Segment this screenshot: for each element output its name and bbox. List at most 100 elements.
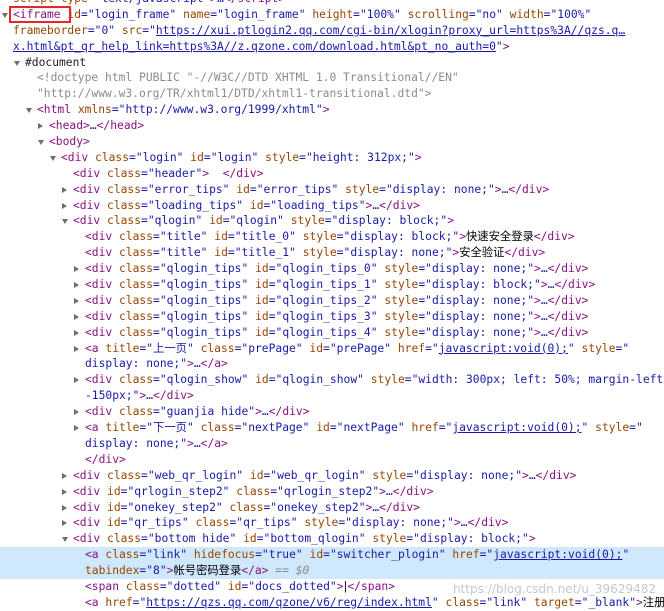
- dom-node-row[interactable]: <div class="qlogin_show" id="qlogin_show…: [0, 372, 664, 388]
- dom-node-text: <div class="qlogin_tips" id="qlogin_tips…: [85, 325, 589, 339]
- dom-node-text: "http://www.w3.org/TR/xhtml1/DTD/xhtml1-…: [37, 87, 432, 101]
- dom-node-row[interactable]: <div class="qlogin_tips" id="qlogin_tips…: [0, 277, 664, 293]
- dom-node-row[interactable]: tabindex="8">帐号密码登录</a> == $0: [0, 563, 664, 579]
- dom-node-text: <div class="title" id="title_0" style="d…: [85, 230, 575, 244]
- dom-node-row[interactable]: frameborder="0" src="https://xui.ptlogin…: [0, 23, 664, 39]
- dom-node-text: <div class="title" id="title_1" style="d…: [85, 246, 546, 260]
- dom-node-text: <div id="qr_tips" class="qr_tips" style=…: [73, 516, 509, 530]
- dom-node-row[interactable]: <div class="qlogin" id="qlogin" style="d…: [0, 213, 664, 229]
- expanded-triangle-icon[interactable]: [13, 55, 23, 71]
- collapsed-triangle-icon[interactable]: [61, 515, 71, 531]
- collapsed-triangle-icon[interactable]: [73, 309, 83, 325]
- dom-node-row[interactable]: </div>: [0, 452, 664, 468]
- expanded-triangle-icon[interactable]: [61, 531, 71, 547]
- dom-node-text: <a href="https://qzs.qq.com/qzone/v6/reg…: [85, 595, 664, 609]
- dom-node-text: <div class="qlogin_tips" id="qlogin_tips…: [85, 309, 589, 323]
- collapsed-triangle-icon[interactable]: [73, 277, 83, 293]
- dom-node-row[interactable]: <div class="header"> </div>: [0, 166, 664, 182]
- dom-node-row[interactable]: <div class="title" id="title_0" style="d…: [0, 229, 664, 245]
- dom-node-row[interactable]: <div id="qr_tips" class="qr_tips" style=…: [0, 515, 664, 531]
- collapsed-triangle-icon[interactable]: [73, 341, 83, 357]
- dom-node-row[interactable]: <body>: [0, 134, 664, 150]
- collapsed-triangle-icon[interactable]: [61, 468, 71, 484]
- dom-node-text: -150px;">…</div>: [85, 389, 194, 403]
- dom-node-row[interactable]: <div class="error_tips" id="error_tips" …: [0, 182, 664, 198]
- collapsed-triangle-icon[interactable]: [73, 372, 83, 388]
- dom-node-text: <a title="上一页" class="prePage" id="prePa…: [85, 341, 630, 355]
- expanded-triangle-icon[interactable]: [25, 102, 35, 118]
- dom-node-row[interactable]: #document: [0, 55, 664, 71]
- dom-node-text: tabindex="8">帐号密码登录</a> == $0: [85, 564, 310, 578]
- dom-node-row[interactable]: <a title="下一页" class="nextPage" id="next…: [0, 420, 664, 436]
- dom-node-row[interactable]: <div class="loading_tips" id="loading_ti…: [0, 198, 664, 214]
- dom-node-text: <div class="loading_tips" id="loading_ti…: [73, 198, 420, 212]
- dom-node-row[interactable]: display: none;">…</a>: [0, 356, 664, 372]
- dom-node-row[interactable]: "http://www.w3.org/TR/xhtml1/DTD/xhtml1-…: [0, 86, 664, 102]
- dom-node-text: <div class="qlogin" id="qlogin" style="d…: [73, 214, 454, 228]
- collapsed-triangle-icon[interactable]: [73, 404, 83, 420]
- dom-node-text: <a title="下一页" class="nextPage" id="next…: [85, 421, 643, 435]
- collapsed-triangle-icon[interactable]: [61, 500, 71, 516]
- dom-node-row[interactable]: <head>…</head>: [0, 118, 664, 134]
- dom-node-text: <div id="onekey_step2" class="onekey_ste…: [73, 500, 420, 514]
- collapsed-triangle-icon[interactable]: [37, 118, 47, 134]
- expanded-triangle-icon[interactable]: [37, 134, 47, 150]
- dom-node-row[interactable]: <div class="login" id="login" style="hei…: [0, 150, 664, 166]
- collapsed-triangle-icon[interactable]: [73, 293, 83, 309]
- dom-node-text: x.html&pt_qr_help_link=https%3A//z.qzone…: [13, 39, 510, 53]
- dom-node-row[interactable]: <iframe id="login_frame" name="login_fra…: [0, 7, 664, 23]
- dom-node-text: <!doctype html PUBLIC "-//W3C//DTD XHTML…: [37, 71, 459, 85]
- dom-node-text: <iframe id="login_frame" name="login_fra…: [13, 7, 592, 21]
- dom-node-text: <div class="error_tips" id="error_tips" …: [73, 182, 550, 196]
- dom-node-row[interactable]: <div class="qlogin_tips" id="qlogin_tips…: [0, 261, 664, 277]
- dom-node-row[interactable]: <div id="qrlogin_step2" class="qrlogin_s…: [0, 484, 664, 500]
- dom-node-text: <body>: [49, 135, 90, 149]
- dom-node-text: <a class="link" hidefocus="true" id="swi…: [85, 548, 630, 562]
- dom-node-text: <div class="bottom hide" id="bottom_qlog…: [73, 532, 536, 546]
- collapsed-triangle-icon[interactable]: [61, 198, 71, 214]
- dom-node-row[interactable]: <a href="https://qzs.qq.com/qzone/v6/reg…: [0, 595, 664, 611]
- dom-node-row[interactable]: x.html&pt_qr_help_link=https%3A//z.qzone…: [0, 39, 664, 55]
- expanded-triangle-icon[interactable]: [61, 213, 71, 229]
- dom-node-row[interactable]: <div class="guanjia hide">…</div>: [0, 404, 664, 420]
- dom-node-row[interactable]: <div class="qlogin_tips" id="qlogin_tips…: [0, 293, 664, 309]
- dom-node-text: <div class="web_qr_login" id="web_qr_log…: [73, 468, 577, 482]
- dom-node-text: <div class="login" id="login" style="hei…: [61, 150, 422, 164]
- dom-node-row[interactable]: <div class="web_qr_login" id="web_qr_log…: [0, 468, 664, 484]
- iframe-highlight-box: [9, 6, 71, 23]
- dom-node-text: <div class="guanjia hide">…</div>: [85, 405, 310, 419]
- dom-node-text: frameborder="0" src="https://xui.ptlogin…: [13, 23, 626, 37]
- dom-node-text: <head>…</head>: [49, 119, 145, 133]
- collapsed-triangle-icon[interactable]: [73, 261, 83, 277]
- dom-node-row[interactable]: <div class="title" id="title_1" style="d…: [0, 245, 664, 261]
- collapsed-triangle-icon[interactable]: [61, 182, 71, 198]
- dom-node-text: <html xmlns="http://www.w3.org/1999/xhtm…: [37, 103, 330, 117]
- dom-node-row[interactable]: <div class="qlogin_tips" id="qlogin_tips…: [0, 309, 664, 325]
- dom-node-text: <div class="qlogin_show" id="qlogin_show…: [85, 373, 664, 387]
- dom-node-row[interactable]: <html xmlns="http://www.w3.org/1999/xhtm…: [0, 102, 664, 118]
- dom-node-row[interactable]: <!doctype html PUBLIC "-//W3C//DTD XHTML…: [0, 70, 664, 86]
- expanded-triangle-icon[interactable]: [49, 150, 59, 166]
- dom-node-row[interactable]: <div id="onekey_step2" class="onekey_ste…: [0, 500, 664, 516]
- dom-node-text: <div class="qlogin_tips" id="qlogin_tips…: [85, 278, 596, 292]
- dom-tree: script type="text/javascript">…</script>…: [0, 0, 664, 611]
- dom-node-row[interactable]: <a title="上一页" class="prePage" id="prePa…: [0, 341, 664, 357]
- collapsed-triangle-icon[interactable]: [73, 325, 83, 341]
- dom-node-row[interactable]: <div class="qlogin_tips" id="qlogin_tips…: [0, 325, 664, 341]
- dom-node-row[interactable]: script type="text/javascript">…</script>: [0, 0, 664, 7]
- dom-node-text: <div class="qlogin_tips" id="qlogin_tips…: [85, 262, 589, 276]
- dom-node-text: display: none;">…</a>: [85, 357, 228, 371]
- dom-node-text: <div class="header"> </div>: [73, 166, 264, 180]
- dom-node-row[interactable]: -150px;">…</div>: [0, 388, 664, 404]
- dom-node-row[interactable]: <div class="bottom hide" id="bottom_qlog…: [0, 531, 664, 547]
- dom-node-text: #document: [25, 55, 87, 69]
- collapsed-triangle-icon[interactable]: [61, 484, 71, 500]
- collapsed-triangle-icon[interactable]: [73, 420, 83, 436]
- dom-node-text: <div id="qrlogin_step2" class="qrlogin_s…: [73, 484, 434, 498]
- dom-node-row[interactable]: <a class="link" hidefocus="true" id="swi…: [0, 547, 664, 564]
- dom-node-text: <div class="qlogin_tips" id="qlogin_tips…: [85, 293, 589, 307]
- dom-node-text: </div>: [85, 452, 126, 466]
- dom-node-text: display: none;">…</a>: [85, 436, 228, 450]
- dom-node-row[interactable]: display: none;">…</a>: [0, 436, 664, 452]
- watermark-text: https://blog.csdn.net/u_39629482: [452, 582, 656, 596]
